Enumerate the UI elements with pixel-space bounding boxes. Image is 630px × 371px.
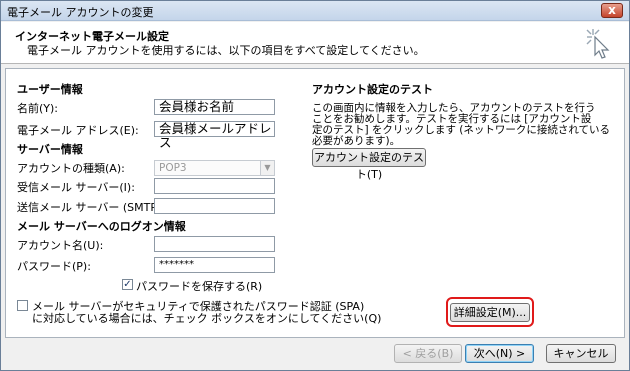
close-button[interactable]: x <box>601 3 623 18</box>
incoming-server-label: 受信メール サーバー(I): <box>17 181 135 194</box>
save-password-label: パスワードを保存する(R) <box>136 280 263 293</box>
window-title: 電子メール アカウントの変更 <box>7 6 154 19</box>
test-account-button[interactable]: アカウント設定のテスト(T) <box>312 148 426 181</box>
email-field[interactable]: 会員様メールアドレス <box>154 121 275 150</box>
outgoing-server-field[interactable] <box>154 198 275 214</box>
checkmark-icon: ✓ <box>123 279 132 290</box>
header-subtitle: 電子メール アカウントを使用するには、以下の項目をすべて設定してください。 <box>27 44 425 57</box>
test-desc-line4: 必要があります)。 <box>312 135 401 147</box>
chevron-down-icon: ▼ <box>260 161 274 175</box>
title-bar: 電子メール アカウントの変更 x <box>1 1 629 21</box>
account-name-label: アカウント名(U): <box>17 239 104 252</box>
cursor-sparkle-icon <box>586 29 610 59</box>
spa-label-line2: に対応している場合には、チェック ボックスをオンにしてください(Q) <box>32 312 382 325</box>
back-button[interactable]: < 戻る(B) <box>394 344 462 363</box>
logon-info-heading: メール サーバーへのログオン情報 <box>17 220 186 233</box>
cancel-button[interactable]: キャンセル <box>546 344 616 363</box>
name-label: 名前(Y): <box>17 102 59 115</box>
account-type-label: アカウントの種類(A): <box>17 162 125 175</box>
name-field[interactable]: 会員様お名前 <box>154 99 275 115</box>
user-info-heading: ユーザー情報 <box>17 83 83 96</box>
advanced-button-highlight <box>446 297 534 327</box>
settings-panel: ユーザー情報 名前(Y): 会員様お名前 電子メール アドレス(E): 会員様メ… <box>5 68 625 338</box>
server-info-heading: サーバー情報 <box>17 143 83 156</box>
account-name-field[interactable] <box>154 236 275 252</box>
wizard-header: インターネット電子メール設定 電子メール アカウントを使用するには、以下の項目を… <box>1 22 629 64</box>
save-password-checkbox[interactable]: ✓ <box>122 279 133 290</box>
account-type-value: POP3 <box>159 162 187 174</box>
password-label: パスワード(P): <box>17 260 91 273</box>
dialog-window: 電子メール アカウントの変更 x インターネット電子メール設定 電子メール アカ… <box>0 0 630 371</box>
incoming-server-field[interactable] <box>154 178 275 194</box>
email-label: 電子メール アドレス(E): <box>17 124 139 137</box>
password-field[interactable]: ******* <box>154 257 275 273</box>
account-test-heading: アカウント設定のテスト <box>312 83 433 96</box>
spa-checkbox[interactable] <box>17 300 28 311</box>
account-type-select[interactable]: POP3 ▼ <box>154 160 275 176</box>
next-button[interactable]: 次へ(N) > <box>465 344 534 363</box>
